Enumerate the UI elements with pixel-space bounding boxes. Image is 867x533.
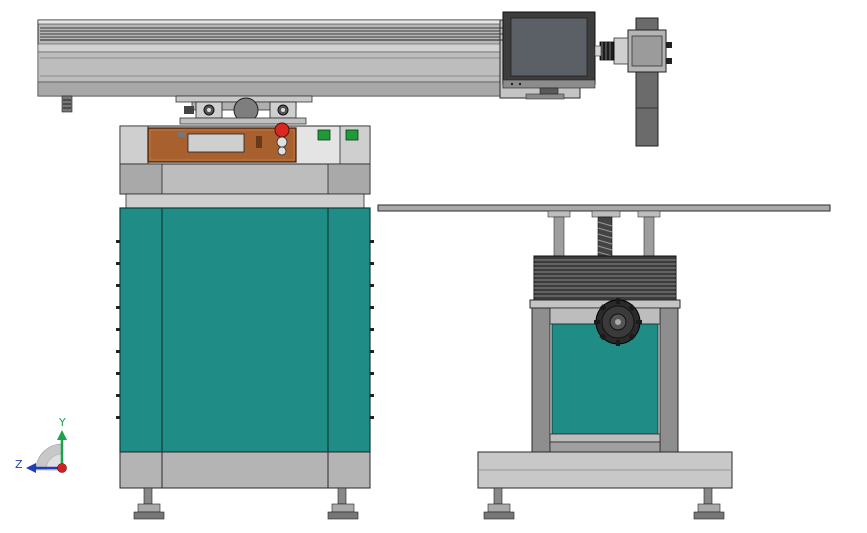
cabinet-teal-body xyxy=(119,207,371,453)
monitor-screen xyxy=(510,17,588,77)
green-button-left xyxy=(317,129,331,141)
monitor xyxy=(502,11,596,95)
triad-origin-icon xyxy=(57,463,67,473)
emergency-stop-icon xyxy=(274,122,290,138)
table-top-plate xyxy=(377,204,831,212)
left-cabinet xyxy=(116,122,374,520)
cad-drawing-canvas: Y Z xyxy=(15,11,831,520)
green-button-right xyxy=(345,129,359,141)
cabinet-leveling-feet xyxy=(133,487,359,520)
coordinate-triad-icon: Y Z xyxy=(15,416,67,473)
axis-label-z: Z xyxy=(15,458,23,471)
axis-label-y: Y xyxy=(58,416,66,429)
rail-carriage xyxy=(175,95,313,125)
lift-leveling-feet xyxy=(483,487,725,520)
camera-head xyxy=(594,17,672,147)
lift-teal-panel xyxy=(551,323,659,435)
lift-table xyxy=(377,204,831,520)
bellows-cover xyxy=(533,255,677,301)
control-panel-display xyxy=(187,133,245,153)
cabinet-base xyxy=(119,451,371,489)
